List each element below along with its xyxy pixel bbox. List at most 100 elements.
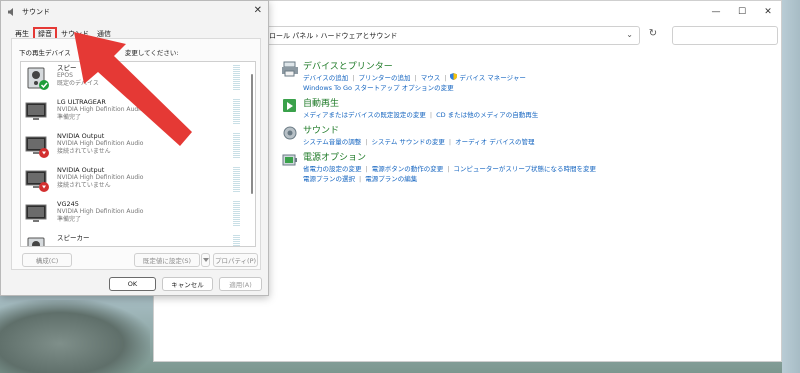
monitor-icon [25,134,49,158]
volume-meter [233,133,240,159]
volume-meter [233,201,240,227]
category-title[interactable]: 自動再生 [303,98,596,110]
category-links: デバイスの追加 | プリンターの追加 | マウス | デバイス マネージャー [303,73,596,83]
dialog-footer: OK キャンセル 適用(A) [1,277,270,293]
category-link[interactable]: 電源ボタンの動作の変更 [372,165,444,173]
speaker-icon [25,66,49,90]
device-status: 準備完了 [57,216,82,223]
category-link[interactable]: コンピューターがスリープ状態になる時間を変更 [453,165,596,173]
device-driver: NVIDIA High Definition Audio [57,174,144,181]
device-status: 準備完了 [57,114,82,121]
apply-button[interactable]: 適用(A) [219,277,262,291]
playback-panel: 下の再生デバイス 変更してください: スピー EPOS 既定のデバイス LG ULTRA… [11,38,261,270]
device-list[interactable]: スピー EPOS 既定のデバイス LG ULTRAGEAR NVIDIA High De… [20,61,256,247]
dialog-titlebar: サウンド [1,1,268,23]
printer-icon[interactable] [281,61,299,77]
category-link[interactable]: プリンターの追加 [359,74,411,82]
dialog-title: サウンド [22,8,50,16]
device-name: スピー [57,64,77,72]
device-name: NVIDIA Output [57,132,105,140]
category: 電源オプション 省電力の設定の変更 | 電源ボタンの動作の変更 | コンピューターがスリー… [281,152,596,184]
category-link[interactable]: 電源プランの編集 [365,175,417,183]
device-status: 接続されていません [57,148,111,155]
close-button[interactable]: ✕ [755,7,781,17]
ok-button[interactable]: OK [109,277,156,291]
properties-button[interactable]: プロパティ(P) [213,253,258,267]
category-title[interactable]: サウンド [303,125,596,137]
volume-meter [233,65,240,91]
category-link[interactable]: メディアまたはデバイスの既定設定の変更 [303,111,426,119]
category-link[interactable]: デバイス マネージャー [459,74,525,82]
set-default-dropdown[interactable] [201,253,210,267]
device-row[interactable]: VG245 NVIDIA High Definition Audio 準備完了 [21,198,255,232]
category-links: Windows To Go スタートアップ オプションの変更 [303,83,596,93]
link-separator: | [359,175,362,183]
device-row[interactable]: スピーカー [21,232,255,246]
speaker-icon [25,236,49,246]
category-title[interactable]: デバイスとプリンター [303,61,596,73]
category-links: メディアまたはデバイスの既定設定の変更 | CD または他のメディアの自動再生 [303,110,596,120]
device-row[interactable]: スピー EPOS 既定のデバイス [21,62,255,96]
device-row[interactable]: LG ULTRAGEAR NVIDIA High Definition Audio… [21,96,255,130]
link-separator: | [429,111,433,119]
wallpaper-rock [0,300,150,373]
link-separator: | [448,138,452,146]
link-separator: | [365,138,368,146]
device-name: NVIDIA Output [57,166,105,174]
monitor-icon [25,100,49,124]
volume-meter [233,235,240,246]
device-row[interactable]: NVIDIA Output NVIDIA High Definition Audi… [21,164,255,198]
category-links: 省電力の設定の変更 | 電源ボタンの動作の変更 | コンピューターがスリープ状態になる時… [303,164,596,174]
refresh-icon[interactable]: ↻ [645,28,661,44]
device-status: 接続されていません [57,182,111,189]
sound-dialog: サウンド ✕ 再生 録音 サウンド 通信 下の再生デバイス 変更してください: ス… [0,0,269,296]
category-link[interactable]: デバイスの追加 [303,74,348,82]
category-link[interactable]: システム サウンドの変更 [372,138,445,146]
link-separator: | [365,165,368,173]
search-input[interactable] [672,26,778,45]
link-separator: | [444,74,447,82]
set-default-button[interactable]: 既定値に設定(S) [134,253,200,267]
category-link[interactable]: マウス [421,74,441,82]
link-separator: | [352,74,355,82]
category-link[interactable]: 電源プランの選択 [303,175,355,183]
category-links: 電源プランの選択 | 電源プランの編集 [303,174,596,184]
cancel-button[interactable]: キャンセル [162,277,213,291]
device-driver: EPOS [57,72,73,79]
device-driver: NVIDIA High Definition Audio [57,140,144,147]
category-title[interactable]: 電源オプション [303,152,596,164]
category-links: システム音量の調整 | システム サウンドの変更 | オーディオ デバイスの管理 [303,137,596,147]
device-driver: NVIDIA High Definition Audio [57,106,144,113]
monitor-icon [25,202,49,226]
close-icon[interactable]: ✕ [254,5,262,16]
monitor-icon [25,168,49,192]
chevron-down-icon [202,258,209,262]
category: 自動再生 メディアまたはデバイスの既定設定の変更 | CD または他のメディアの自動再… [281,98,596,120]
configure-button[interactable]: 構成(C) [22,253,72,267]
chevron-down-icon[interactable]: ⌄ [626,30,633,39]
category-link[interactable]: オーディオ デバイスの管理 [455,138,534,146]
address-bar[interactable]: ロール パネル › ハードウェアとサウンド ⌄ [260,26,640,45]
speaker-icon [8,8,13,16]
maximize-button[interactable]: ☐ [729,7,755,17]
category: サウンド システム音量の調整 | システム サウンドの変更 | オーディオ デバイスの管理 [281,125,596,147]
category-link[interactable]: CD または他のメディアの自動再生 [436,111,538,119]
battery-icon[interactable] [281,152,299,168]
category-link[interactable]: システム音量の調整 [303,138,361,146]
link-separator: | [414,74,417,82]
link-separator: | [447,165,450,173]
breadcrumb: ロール パネル › ハードウェアとサウンド [269,32,398,40]
speaker-icon[interactable] [281,125,299,141]
volume-meter [233,99,240,125]
category-link[interactable]: Windows To Go スタートアップ オプションの変更 [303,84,454,92]
category-link[interactable]: 省電力の設定の変更 [303,165,362,173]
scrollbar[interactable] [250,66,254,244]
device-buttons: 構成(C) 既定値に設定(S) プロパティ(P) [20,253,258,267]
minimize-button[interactable]: — [703,7,729,17]
device-name: LG ULTRAGEAR [57,98,106,106]
device-name: VG245 [57,200,79,208]
autoplay-icon[interactable] [281,98,299,114]
instruction-text: 下の再生デバイス 変更してください: [19,47,179,57]
category-list: デバイスとプリンター デバイスの追加 | プリンターの追加 | マウス | デバイス マネージ… [281,61,596,189]
device-row[interactable]: NVIDIA Output NVIDIA High Definition Audi… [21,130,255,164]
